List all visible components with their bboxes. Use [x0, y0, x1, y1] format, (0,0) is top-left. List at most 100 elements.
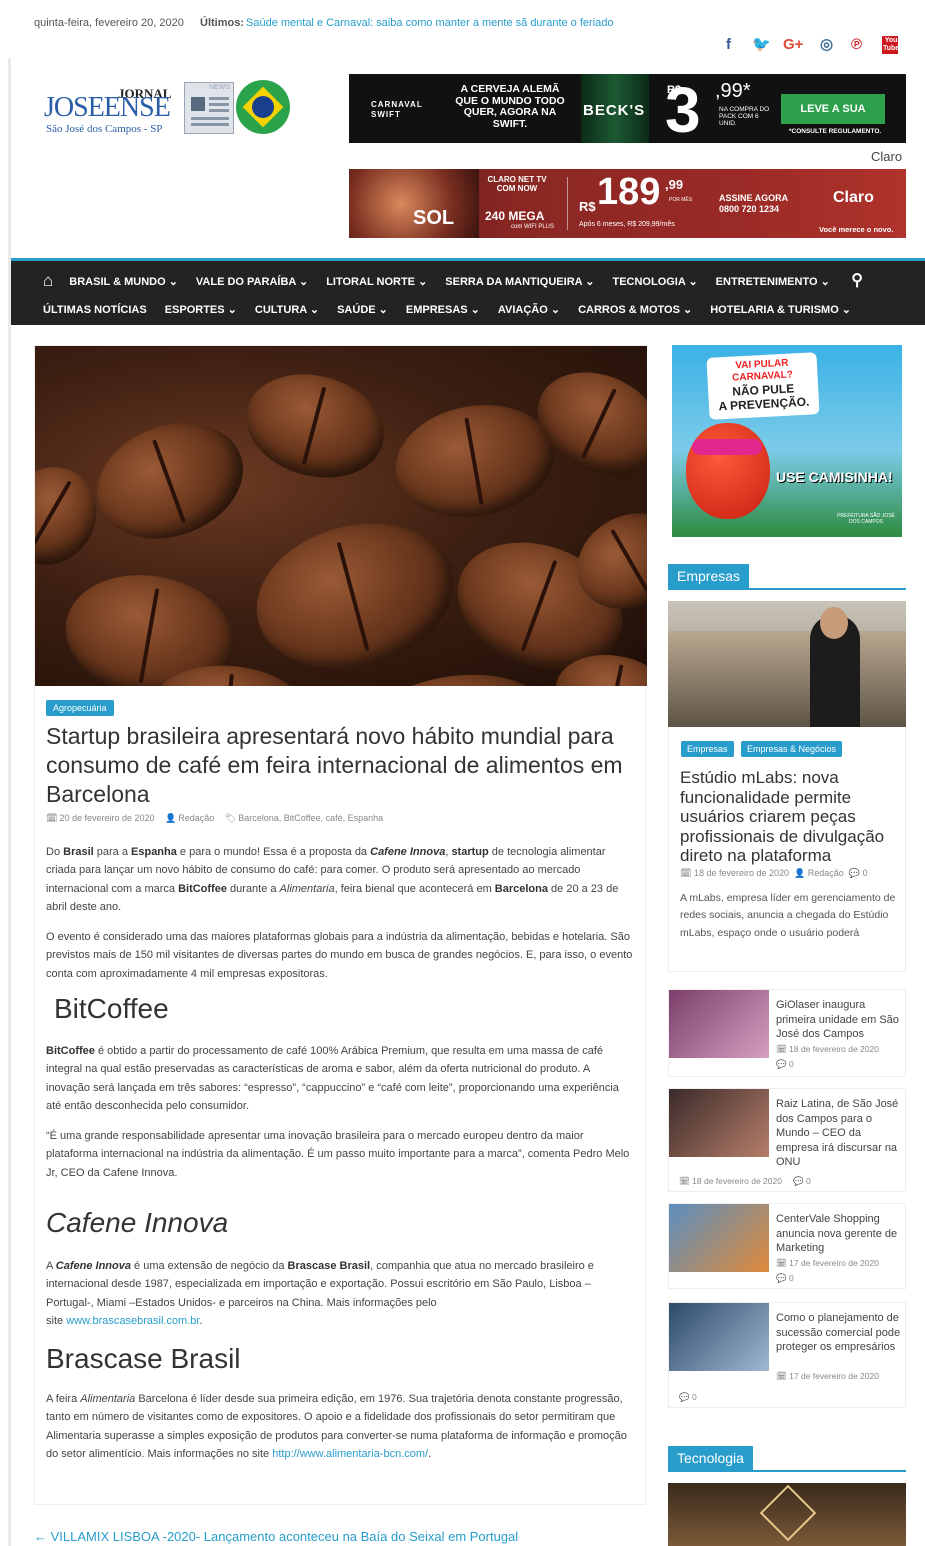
- google-plus-icon[interactable]: G+: [783, 36, 803, 54]
- newspaper-icon: NEWS: [184, 82, 234, 134]
- heading-bitcoffee: BitCoffee: [54, 993, 169, 1024]
- ad2-cta[interactable]: ASSINE AGORA: [719, 193, 788, 203]
- paragraph-2: O evento é considerado uma das maiores p…: [46, 931, 633, 980]
- sidebar-post-thumbnail[interactable]: [669, 1303, 769, 1371]
- sidebar-post-title[interactable]: Raiz Latina, de São José dos Campos para…: [776, 1097, 902, 1170]
- site-logo[interactable]: JORNAL JOSEENSE São José dos Campos - SP…: [44, 80, 304, 138]
- tag-empresas-negocios[interactable]: Empresas & Negócios: [741, 741, 843, 757]
- ad-label: Claro: [871, 149, 903, 164]
- ad2-speed: 240 MEGA: [485, 209, 545, 223]
- category-badge[interactable]: Agropecuária: [46, 700, 114, 716]
- sidebar-post-comments[interactable]: 💬 0: [776, 1059, 794, 1070]
- sidebar-post-date[interactable]: 🗓 17 de fevereiro de 2020: [776, 1258, 879, 1269]
- sidebar-post-thumbnail[interactable]: [669, 1089, 769, 1157]
- previous-post-link[interactable]: ← VILLAMIX LISBOA -2020- Lançamento acon…: [34, 1529, 518, 1544]
- ad-cta: USE CAMISINHA!: [776, 469, 893, 485]
- sidebar-post-comments[interactable]: 💬 0: [793, 1176, 811, 1187]
- nav-item-row2-2[interactable]: CULTURA ⌄: [255, 303, 319, 316]
- ad1-headline: A CERVEJA ALEMÃ QUE O MUNDO TODO QUER, A…: [455, 83, 565, 130]
- sidebar-post-date[interactable]: 🗓 18 de fevereiro de 2020: [679, 1176, 782, 1187]
- current-date: quinta-feira, fevereiro 20, 2020: [34, 17, 184, 29]
- nav-item-row1-3[interactable]: SERRA DA MANTIQUEIRA ⌄: [445, 275, 594, 288]
- featured-excerpt: A mLabs, empresa líder em gerenciamento …: [680, 892, 896, 939]
- section-tecnologia-label[interactable]: Tecnologia: [668, 1446, 753, 1472]
- coffee-beans-image: [35, 346, 647, 686]
- carnival-campaign-ad[interactable]: VAI PULAR CARNAVAL? NÃO PULE A PREVENÇÃO…: [672, 345, 902, 537]
- nav-item-row2-7[interactable]: HOTELARIA & TURISMO ⌄: [710, 303, 851, 316]
- sidebar-post-date[interactable]: 🗓 18 de fevereiro de 2020: [776, 1044, 879, 1055]
- nav-item-row2-4[interactable]: EMPRESAS ⌄: [406, 303, 480, 316]
- ad1-cta[interactable]: LEVE A SUA: [781, 94, 885, 124]
- left-border: [8, 0, 11, 1546]
- ad2-sol: SOL: [413, 207, 455, 229]
- tag-icon: 🏷: [224, 813, 237, 823]
- person-head: [820, 607, 848, 639]
- sidebar-post-date[interactable]: 🗓 17 de fevereiro de 2020: [776, 1371, 879, 1382]
- sidebar-post-thumbnail[interactable]: [669, 1204, 769, 1272]
- nav-item-row1-1[interactable]: VALE DO PARAÍBA ⌄: [196, 275, 308, 288]
- nav-item-row1-5[interactable]: ENTRETENIMENTO ⌄: [716, 275, 830, 288]
- ad-org: PREFEITURA SÃO JOSÉ DOS CAMPOS: [837, 513, 895, 525]
- nav-item-row1-2[interactable]: LITORAL NORTE ⌄: [326, 275, 427, 288]
- pinterest-icon[interactable]: ℗: [851, 36, 862, 54]
- nav-item-row2-5[interactable]: AVIAÇÃO ⌄: [498, 303, 560, 316]
- calendar-icon: 🗓: [46, 813, 58, 823]
- post-date[interactable]: 20 de fevereiro de 2020: [59, 813, 154, 823]
- post-author[interactable]: Redação: [178, 813, 214, 823]
- ad2-price: 189: [597, 171, 661, 213]
- ad2-speed-sub: com WIFI PLUS: [511, 224, 555, 230]
- home-icon[interactable]: ⌂: [43, 271, 53, 291]
- paragraph-1: Do Brasil para a Espanha e para o mundo!…: [46, 846, 619, 913]
- ceiling-light: [759, 1484, 817, 1542]
- latest-news-link[interactable]: Saúde mental e Carnaval: saiba como mant…: [246, 17, 614, 29]
- tecnologia-post-image[interactable]: [668, 1483, 906, 1546]
- ad2-phone: 0800 720 1234: [719, 204, 780, 214]
- sidebar-post-title[interactable]: CenterVale Shopping anuncia nova gerente…: [776, 1212, 902, 1256]
- nav-item-row2-3[interactable]: SAÚDE ⌄: [337, 303, 388, 316]
- brascase-link[interactable]: www.brascasebrasil.com.br: [66, 1315, 199, 1327]
- featured-date[interactable]: 18 de fevereiro de 2020: [694, 868, 789, 878]
- claro-banner-ad[interactable]: SOL CLARO NET TV COM NOW 240 MEGA com WI…: [349, 169, 906, 238]
- nav-item-row2-6[interactable]: CARROS & MOTOS ⌄: [578, 303, 692, 316]
- calendar-icon: 🗓: [680, 868, 692, 878]
- nav-item-row2-0[interactable]: ÚLTIMAS NOTÍCIAS: [43, 304, 147, 316]
- top-bar: quinta-feira, fevereiro 20, 2020 Últimos…: [0, 0, 925, 58]
- main-navigation: ⌂ BRASIL & MUNDO ⌄ VALE DO PARAÍBA ⌄ LITOR…: [11, 258, 925, 325]
- sidebar-post-comments[interactable]: 💬 0: [679, 1392, 697, 1403]
- ad2-after: Após 6 meses, R$ 209,99/mês: [579, 221, 675, 228]
- ad1-disclaimer: *CONSULTE REGULAMENTO.: [789, 128, 882, 135]
- nav-item-row1-4[interactable]: TECNOLOGIA ⌄: [612, 275, 697, 288]
- heading-cafene: Cafene Innova: [46, 1207, 229, 1238]
- ad2-promo: CLARO NET TV COM NOW: [487, 175, 547, 193]
- search-icon[interactable]: ⚲: [851, 270, 863, 290]
- heading-brascase: Brascase Brasil: [46, 1343, 241, 1374]
- featured-post-title[interactable]: Estúdio mLabs: nova funcionalidade permi…: [680, 768, 902, 866]
- sidebar-post-thumbnail[interactable]: [669, 990, 769, 1058]
- sidebar-post-title[interactable]: GiOlaser inaugura primeira unidade em Sã…: [776, 998, 902, 1042]
- featured-author[interactable]: Redação: [808, 868, 844, 878]
- featured-comments[interactable]: 0: [863, 868, 868, 878]
- ad-sign: VAI PULAR CARNAVAL? NÃO PULE A PREVENÇÃO…: [706, 352, 820, 420]
- nav-item-row2-1[interactable]: ESPORTES ⌄: [165, 303, 237, 316]
- facebook-icon[interactable]: f: [726, 36, 731, 54]
- sidebar-post: Como o planejamento de sucessão comercia…: [668, 1302, 906, 1408]
- beer-banner-ad[interactable]: CARNAVAL SWIFT A CERVEJA ALEMÃ QUE O MUN…: [349, 74, 906, 143]
- featured-post-image[interactable]: [668, 601, 906, 727]
- post-tags[interactable]: Barcelona, BitCoffee, café, Espanha: [238, 813, 383, 823]
- tag-empresas[interactable]: Empresas: [681, 741, 734, 757]
- sidebar-post-comments[interactable]: 💬 0: [776, 1273, 794, 1284]
- section-tecnologia: Tecnologia: [668, 1446, 906, 1472]
- sidebar-post-title[interactable]: Como o planejamento de sucessão comercia…: [776, 1311, 902, 1355]
- brazil-flag-icon: [236, 80, 290, 134]
- coffee-bean: [234, 359, 396, 493]
- instagram-icon[interactable]: ◎: [820, 36, 833, 54]
- section-empresas: Empresas: [668, 564, 906, 590]
- twitter-icon[interactable]: 🐦: [752, 36, 771, 54]
- section-empresas-label[interactable]: Empresas: [668, 564, 750, 590]
- ad1-note: NA COMPRA DO PACK COM 6 UNID.: [719, 106, 770, 127]
- featured-post-meta: 🗓 18 de fevereiro de 2020 👤 Redação 💬 0: [680, 868, 868, 879]
- nav-item-row1-0[interactable]: BRASIL & MUNDO ⌄: [69, 275, 178, 288]
- ad2-divider: [567, 177, 568, 230]
- youtube-icon[interactable]: You Tube: [882, 36, 899, 54]
- alimentaria-link[interactable]: http://www.alimentaria-bcn.com/: [272, 1448, 428, 1460]
